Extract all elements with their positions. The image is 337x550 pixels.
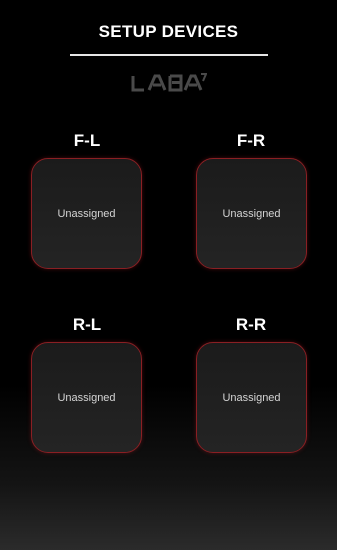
slot-label-rear-right: R-R (235, 315, 267, 334)
brand-logo: LABA7 (0, 73, 337, 93)
page-title: SETUP DEVICES (98, 22, 239, 41)
slot-status: Unassigned (222, 207, 281, 220)
slot-status: Unassigned (57, 207, 116, 220)
slot-front-right[interactable]: Unassigned (196, 158, 307, 269)
slot-label-front-right: F-R (236, 131, 266, 150)
slot-rear-right[interactable]: Unassigned (196, 342, 307, 453)
slot-front-left[interactable]: Unassigned (31, 158, 142, 269)
slot-label-rear-left: R-L (72, 315, 102, 334)
slot-label-front-left: F-L (73, 131, 101, 150)
title-divider (70, 54, 268, 56)
slot-rear-left[interactable]: Unassigned (31, 342, 142, 453)
slot-status: Unassigned (222, 391, 281, 404)
laba7-logo-graphic (131, 73, 207, 92)
slot-status: Unassigned (57, 391, 116, 404)
